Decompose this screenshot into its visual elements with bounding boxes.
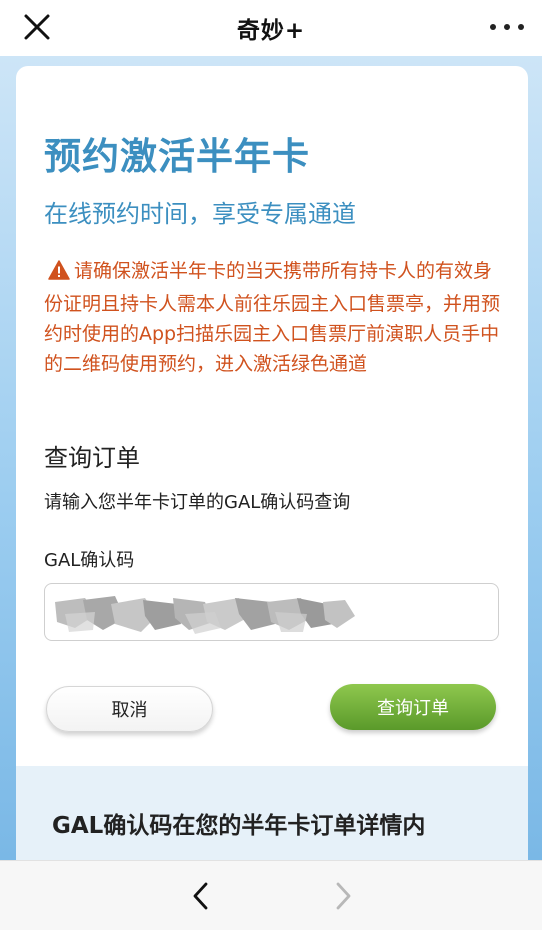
info-panel: GAL确认码在您的半年卡订单详情内	[16, 766, 528, 860]
dot	[518, 24, 524, 30]
query-order-button[interactable]: 查询订单	[330, 684, 496, 730]
card-title: 预约激活半年卡	[44, 135, 310, 178]
card-subtitle: 在线预约时间，享受专属通道	[44, 200, 356, 228]
redacted-value-pixelation	[55, 596, 355, 634]
top-nav-bar: 奇妙+	[0, 0, 542, 56]
gal-code-input[interactable]	[44, 583, 499, 641]
cancel-button[interactable]: 取消	[46, 686, 213, 732]
page-title: 奇妙+	[236, 18, 306, 44]
page-background: 预约激活半年卡 在线预约时间，享受专属通道 请确保激活半年卡的当天携带所有持卡人…	[0, 56, 542, 860]
dot	[504, 24, 510, 30]
chevron-left-icon[interactable]	[186, 881, 216, 911]
info-panel-text: GAL确认码在您的半年卡订单详情内	[52, 813, 426, 839]
warning-notice: 请确保激活半年卡的当天携带所有持卡人的有效身份证明且持卡人需本人前往乐园主入口售…	[44, 256, 506, 379]
more-dots-icon[interactable]	[490, 14, 524, 40]
gal-code-label: GAL确认码	[44, 550, 135, 571]
close-icon[interactable]	[22, 12, 52, 42]
bottom-nav-bar	[0, 860, 542, 930]
chevron-right-icon[interactable]	[328, 881, 358, 911]
warning-text: 请确保激活半年卡的当天携带所有持卡人的有效身份证明且持卡人需本人前往乐园主入口售…	[44, 260, 501, 375]
warning-triangle-icon	[48, 259, 70, 289]
query-order-description: 请输入您半年卡订单的GAL确认码查询	[44, 492, 351, 513]
query-order-heading: 查询订单	[44, 444, 140, 472]
reservation-card: 预约激活半年卡 在线预约时间，享受专属通道 请确保激活半年卡的当天携带所有持卡人…	[16, 66, 528, 766]
dot	[490, 24, 496, 30]
